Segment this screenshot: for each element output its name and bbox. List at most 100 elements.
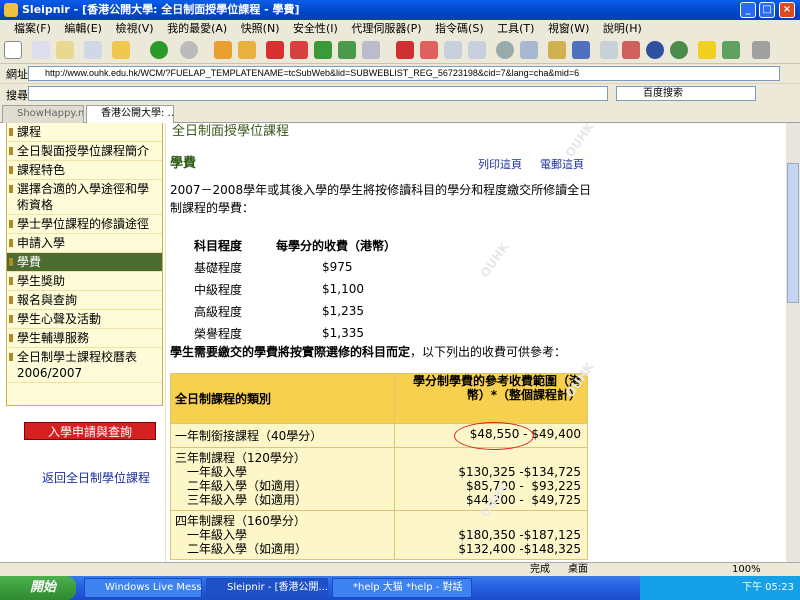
minimize-button[interactable]: _ <box>740 2 756 18</box>
url-input[interactable]: http://www.ouhk.edu.hk/WCM/?FUELAP_TEMPL… <box>28 66 780 81</box>
back-to-programmes-link[interactable]: 返回全日制學位課程 <box>42 469 150 486</box>
task-sleipnir[interactable]: Sleipnir - [香港公開... <box>206 578 328 598</box>
sidebar-item-intro[interactable]: 全日製面授學位課程簡介 <box>7 142 162 161</box>
search-engine-select[interactable]: 百度搜索 <box>616 86 756 101</box>
block-icon[interactable] <box>622 41 640 59</box>
sidebar-item-activities[interactable]: 學生心聲及活動 <box>7 310 162 329</box>
search-icon[interactable] <box>496 41 514 59</box>
range-program: 一年制銜接課程（40學分） <box>170 423 395 448</box>
menu-favorites[interactable]: 我的最愛(A) <box>167 22 227 35</box>
close-all-icon[interactable] <box>420 41 438 59</box>
print-page-link[interactable]: 列印這頁 <box>478 156 522 172</box>
folder-icon[interactable] <box>112 41 130 59</box>
home-icon[interactable] <box>238 41 256 59</box>
vertical-scrollbar[interactable] <box>786 123 800 570</box>
new-page-icon[interactable] <box>4 41 22 59</box>
sidebar-item-admission-routes[interactable]: 選擇合適的入學途徑和學術資格 <box>7 180 162 215</box>
range-fee: $130,325 -$134,725 $85,700 - $93,225 $44… <box>394 447 588 511</box>
forward-icon[interactable] <box>180 41 198 59</box>
find-icon[interactable] <box>520 41 538 59</box>
intro-text: 2007－2008學年或其後入學的學生將按修讀科目的學分和程度繳交所修讀全日制課… <box>170 183 592 215</box>
history-icon[interactable] <box>670 41 688 59</box>
highlight-circle <box>454 422 534 450</box>
menu-window[interactable]: 視窗(W) <box>548 22 589 35</box>
tab-showhappy[interactable]: ShowHappy.net?... <box>2 105 84 123</box>
section-title: 全日制面授學位課程 <box>172 124 290 139</box>
mail-icon[interactable] <box>572 41 590 59</box>
refresh-all-icon[interactable] <box>338 41 356 59</box>
stop-all-icon[interactable] <box>290 41 308 59</box>
status-text: 完成 <box>530 564 550 575</box>
add-favorite-icon[interactable] <box>722 41 740 59</box>
menu-file[interactable]: 檔案(F) <box>14 22 51 35</box>
menu-script[interactable]: 指令碼(S) <box>435 22 484 35</box>
menu-security[interactable]: 安全性(I) <box>293 22 338 35</box>
sidebar-item-enquiry[interactable]: 報名與查詢 <box>7 291 162 310</box>
fee-note-rest: ，以下列出的收費可供參考： <box>410 345 567 359</box>
task-messenger[interactable]: Windows Live Messen... <box>84 578 202 598</box>
table-row: 高級程度 $1,235 <box>194 301 396 321</box>
favorites-star-icon[interactable] <box>698 41 716 59</box>
menu-proxy[interactable]: 代理伺服器(P) <box>351 22 421 35</box>
settings-icon[interactable] <box>752 41 770 59</box>
address-bar: 網址 http://www.ouhk.edu.hk/WCM/?FUELAP_TE… <box>0 64 800 83</box>
back-icon[interactable] <box>150 41 168 59</box>
save-icon[interactable] <box>84 41 102 59</box>
table-row: 榮譽程度 $1,335 <box>194 323 396 343</box>
email-page-link[interactable]: 電郵這頁 <box>540 156 584 172</box>
main-content: 全日制面授學位課程 學費 列印這頁 電郵這頁 2007－2008學年或其後入學的… <box>170 123 610 570</box>
close-button[interactable]: × <box>779 2 795 18</box>
range-header-category: 全日制課程的類別 <box>170 373 395 424</box>
fee-amount: $975 <box>322 260 353 274</box>
up-icon[interactable] <box>214 41 232 59</box>
menu-edit[interactable]: 編輯(E) <box>64 22 102 35</box>
tile-icon[interactable] <box>444 41 462 59</box>
address-label: 網址 <box>6 68 28 81</box>
copy-icon[interactable] <box>32 41 50 59</box>
sidebar-item-apply[interactable]: 申請入學 <box>7 234 162 253</box>
menu-snapshot[interactable]: 快照(N) <box>241 22 280 35</box>
globe-icon[interactable] <box>646 41 664 59</box>
search-input[interactable] <box>28 86 608 101</box>
fee-amount: $1,235 <box>322 304 364 318</box>
desktop-label: 桌面 <box>568 564 588 575</box>
clock[interactable]: 下午 05:23 <box>742 582 794 593</box>
range-fee: $180,350 -$187,125 $132,400 -$148,325 <box>394 510 588 560</box>
close-tab-icon[interactable] <box>396 41 414 59</box>
stop-icon[interactable] <box>266 41 284 59</box>
menu-bar: 檔案(F) 編輯(E) 檢視(V) 我的最愛(A) 快照(N) 安全性(I) 代… <box>0 20 800 37</box>
sidebar-nav: 課程 全日製面授學位課程簡介 課程特色 選擇合適的入學途徑和學術資格 學士學位課… <box>6 123 163 406</box>
view-icon[interactable] <box>600 41 618 59</box>
menu-help[interactable]: 說明(H) <box>603 22 642 35</box>
page-content: 課程 全日製面授學位課程簡介 課程特色 選擇合適的入學途徑和學術資格 學士學位課… <box>0 123 786 570</box>
open-icon[interactable] <box>56 41 74 59</box>
scrollbar-thumb[interactable] <box>787 163 799 303</box>
sidebar-item-fees[interactable]: 學費 <box>7 253 162 272</box>
sidebar-item-features[interactable]: 課程特色 <box>7 161 162 180</box>
sidebar-item-calendar[interactable]: 全日制學士課程校曆表2006/2007 <box>7 348 162 383</box>
sidebar-item-awards[interactable]: 學生獎助 <box>7 272 162 291</box>
window-title: Sleipnir - [香港公開大學: 全日制面授學位課程 - 學費] <box>22 3 300 16</box>
menu-tools[interactable]: 工具(T) <box>497 22 534 35</box>
task-help-chat[interactable]: *help 大猫 *help - 對話 <box>332 578 472 598</box>
zoom-level[interactable]: 100% <box>732 563 761 576</box>
right-panel <box>617 123 786 570</box>
sidebar-item-study-paths[interactable]: 學士學位課程的修讀途徑 <box>7 215 162 234</box>
fee-amount: $1,335 <box>322 326 364 340</box>
maximize-button[interactable]: □ <box>759 2 775 18</box>
page-title: 學費 <box>170 156 197 171</box>
start-button[interactable]: 開始 <box>0 576 76 600</box>
menu-view[interactable]: 檢視(V) <box>115 22 153 35</box>
refresh-icon[interactable] <box>314 41 332 59</box>
status-bar: 完成 桌面 100% <box>0 562 800 576</box>
table-row: 中級程度 $1,100 <box>194 279 396 299</box>
sidebar-item-programmes[interactable]: 課程 <box>7 123 162 142</box>
print-icon[interactable] <box>548 41 566 59</box>
page-menu-icon[interactable] <box>362 41 380 59</box>
fee-note: 學生需要繳交的學費將按實際選修的科目而定，以下列出的收費可供參考： <box>170 343 610 360</box>
sidebar-item-counselling[interactable]: 學生輔導服務 <box>7 329 162 348</box>
table-row: 四年制課程（160學分） 一年級入學 二年級入學（如適用） $180,350 -… <box>170 510 588 560</box>
tab-ouhk[interactable]: 香港公開大學: ... <box>86 105 174 123</box>
cascade-icon[interactable] <box>468 41 486 59</box>
apply-enquiry-button[interactable]: 入學申請與查詢 <box>24 422 156 440</box>
